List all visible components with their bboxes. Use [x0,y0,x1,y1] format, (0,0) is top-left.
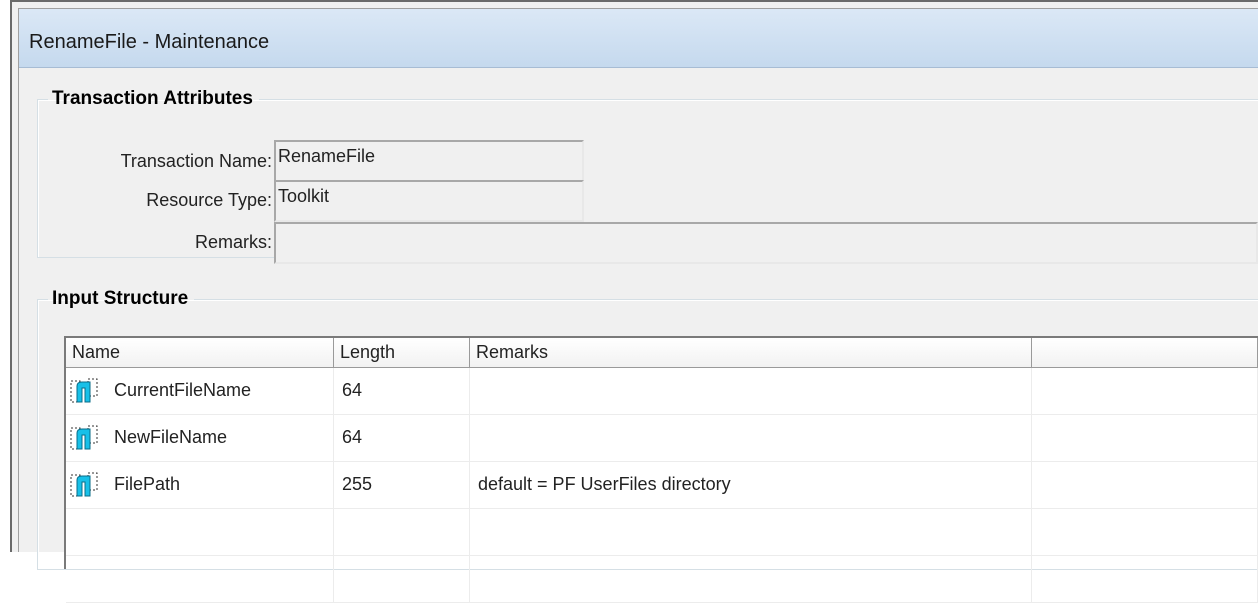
field-icon [70,378,98,403]
transaction-attributes-group: Transaction Attributes Transaction Name:… [37,88,1258,264]
remarks-cell [470,368,1032,414]
empty-cell [334,556,470,602]
length-cell: 64 [334,415,470,461]
length-cell: 64 [334,368,470,414]
row-name: NewFileName [114,427,228,447]
remarks-cell [470,415,1032,461]
table-row[interactable]: CurrentFileName 64 [66,368,1258,415]
input-structure-grid[interactable]: Name Length Remarks CurrentFileName 64 N… [64,336,1258,603]
remarks-field[interactable] [274,222,1258,264]
column-header-blank[interactable] [1032,338,1258,368]
window-title-bar[interactable]: RenameFile - Maintenance [19,9,1258,68]
transaction-name-label: Transaction Name: [120,151,272,171]
input-structure-legend: Input Structure [52,288,189,309]
column-header-length[interactable]: Length [334,338,470,368]
window-client-area: RenameFile - Maintenance Transaction Att… [18,8,1258,603]
empty-cell [1032,509,1258,555]
empty-cell [470,556,1032,602]
empty-cell [66,509,334,555]
column-header-name[interactable]: Name [66,338,334,368]
row-name: CurrentFileName [114,380,252,400]
resource-type-label: Resource Type: [146,190,272,210]
empty-cell [470,509,1032,555]
name-cell: CurrentFileName [66,368,334,414]
empty-cell [334,509,470,555]
transaction-attributes-legend: Transaction Attributes [52,88,253,109]
field-icon [70,425,98,450]
remarks-cell: default = PF UserFiles directory [470,462,1032,508]
table-row[interactable]: NewFileName 64 [66,415,1258,462]
blank-cell [1032,368,1258,414]
remarks-label: Remarks: [194,232,272,252]
field-icon [70,472,98,497]
input-structure-group: Input Structure Name Length Remarks Curr… [37,288,1258,603]
empty-table-row[interactable] [66,509,1258,556]
resource-type-field[interactable]: Toolkit [274,180,584,222]
column-header-remarks[interactable]: Remarks [470,338,1032,368]
empty-cell [66,556,334,602]
blank-cell [1032,415,1258,461]
length-cell: 255 [334,462,470,508]
table-row[interactable]: FilePath 255 default = PF UserFiles dire… [66,462,1258,509]
row-name: FilePath [114,474,181,494]
name-cell: NewFileName [66,415,334,461]
maintenance-window: RenameFile - Maintenance Transaction Att… [10,0,1258,603]
transaction-name-field[interactable]: RenameFile [274,140,584,182]
empty-cell [1032,556,1258,602]
window-title: RenameFile - Maintenance [29,31,270,53]
blank-cell [1032,462,1258,508]
name-cell: FilePath [66,462,334,508]
empty-table-row[interactable] [66,556,1258,603]
